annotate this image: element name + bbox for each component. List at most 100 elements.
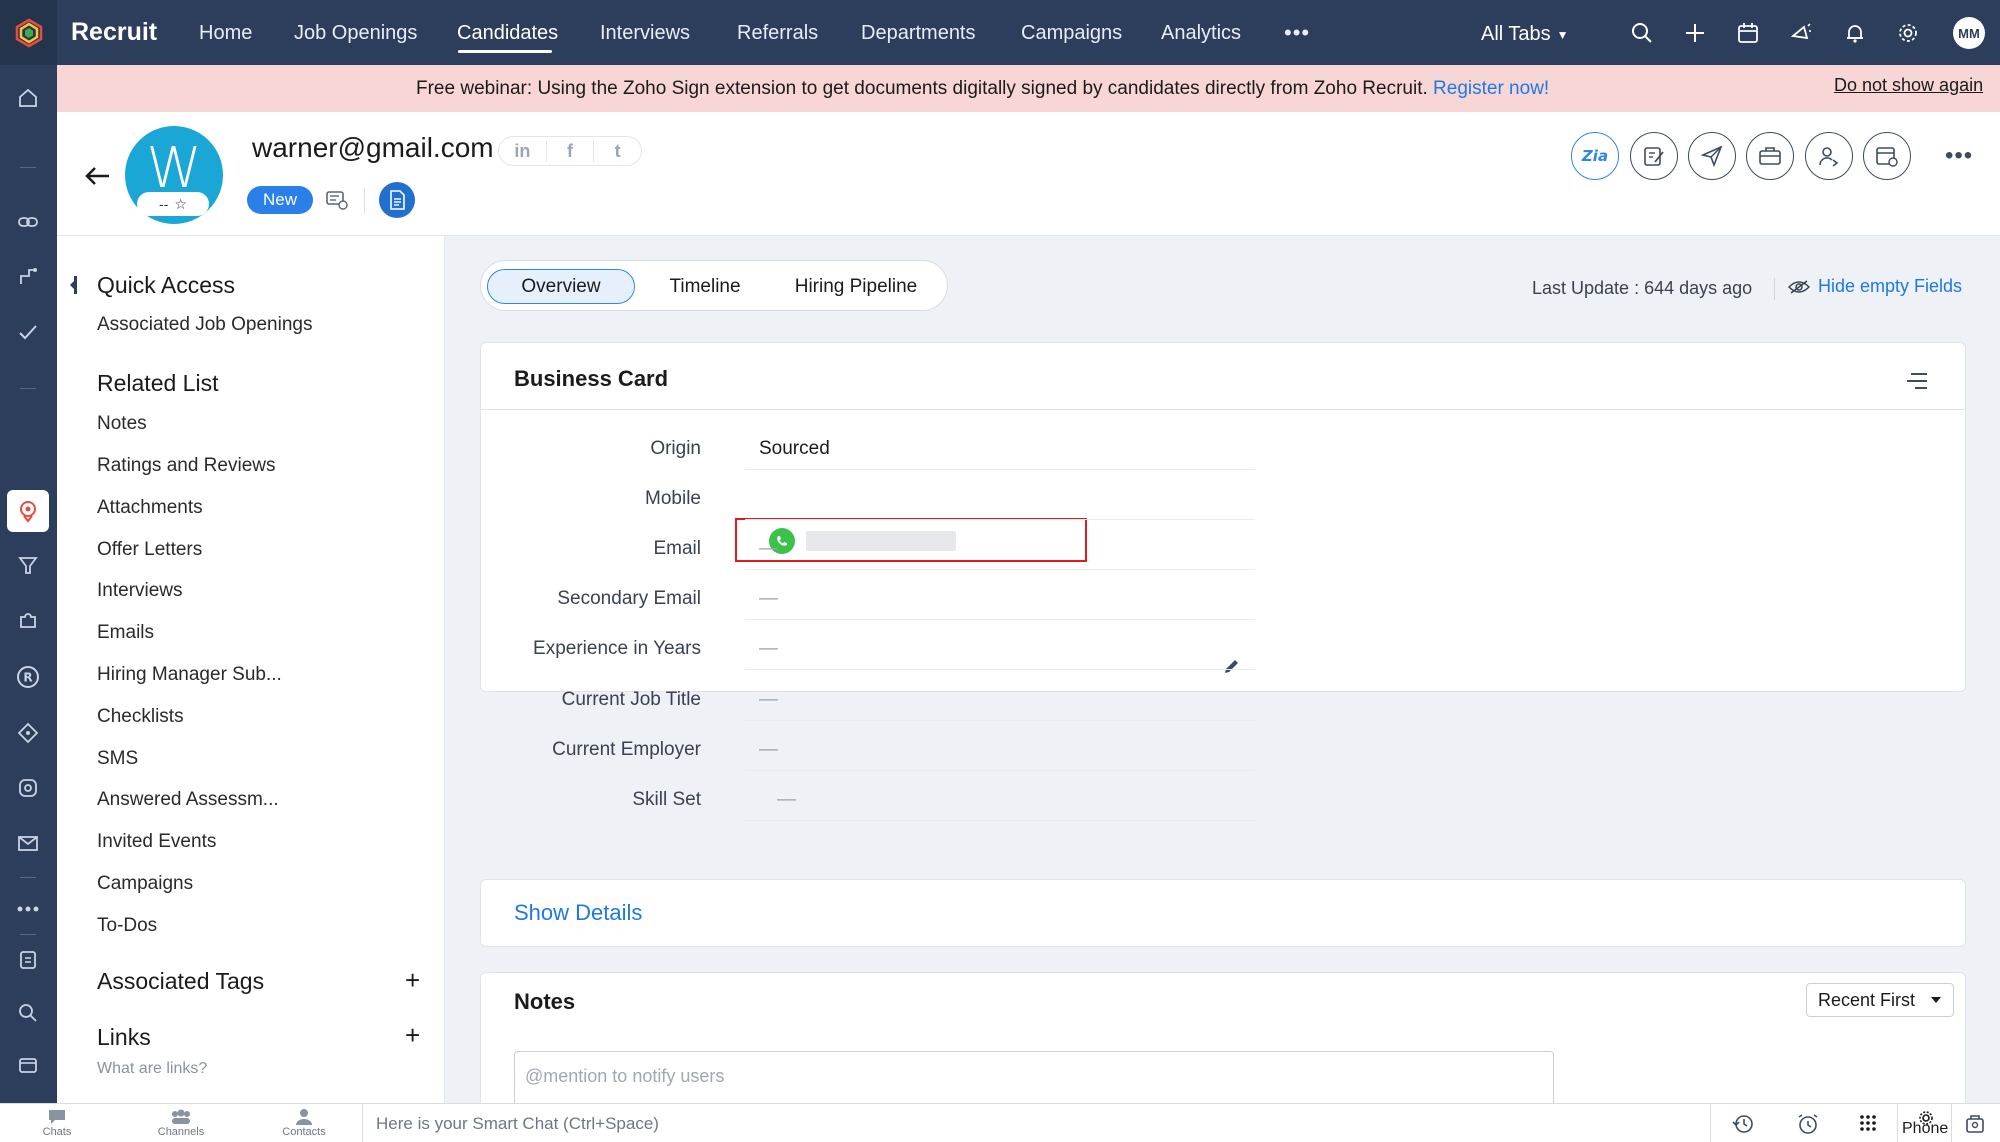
show-details-link[interactable]: Show Details <box>514 900 642 926</box>
user-avatar[interactable]: MM <box>1953 17 1985 49</box>
related-item-checklists[interactable]: Checklists <box>97 706 184 728</box>
resume-document-icon[interactable] <box>379 182 415 218</box>
field-label-current-job-title: Current Job Title <box>561 689 701 710</box>
candidates-module-icon[interactable] <box>7 490 49 532</box>
facebook-icon[interactable]: f <box>547 140 595 162</box>
hide-empty-fields-toggle[interactable]: Hide empty Fields <box>1788 276 1962 297</box>
gear-icon[interactable] <box>1895 20 1921 46</box>
notes-sort-select[interactable]: Recent First <box>1806 983 1954 1017</box>
mail-icon[interactable] <box>13 828 43 858</box>
wallet-icon[interactable] <box>13 1050 43 1080</box>
phone-label[interactable]: Phone <box>1902 1120 1948 1138</box>
calendar-icon[interactable] <box>1735 20 1761 46</box>
related-item-attachments[interactable]: Attachments <box>97 497 203 519</box>
home-icon[interactable] <box>13 83 43 113</box>
tab-overview[interactable]: Overview <box>487 269 635 304</box>
alarm-clock-icon[interactable] <box>1795 1112 1821 1136</box>
banner-message: Free webinar: Using the Zoho Sign extens… <box>416 78 1549 100</box>
nav-candidates[interactable]: Candidates <box>457 22 558 45</box>
field-label-skill-set: Skill Set <box>632 789 701 810</box>
layout-menu-icon[interactable] <box>1905 371 1929 391</box>
more-modules-icon[interactable] <box>13 894 43 924</box>
nav-interviews[interactable]: Interviews <box>600 22 690 45</box>
related-item-offer-letters[interactable]: Offer Letters <box>97 539 202 561</box>
schedule-icon[interactable] <box>1863 132 1911 180</box>
related-item-sms[interactable]: SMS <box>97 748 138 770</box>
contacts-label: Contacts <box>282 1126 326 1138</box>
chats-tab[interactable]: Chats <box>17 1108 97 1138</box>
rating-widget[interactable]: -- ☆ <box>137 192 209 216</box>
search-icon[interactable] <box>1629 20 1655 46</box>
link-icon[interactable] <box>13 207 43 237</box>
field-value-origin: Sourced <box>759 438 830 459</box>
all-tabs-dropdown[interactable]: All Tabs ▼ <box>1481 23 1569 46</box>
assign-user-icon[interactable] <box>1805 132 1853 180</box>
related-item-ratings-reviews[interactable]: Ratings and Reviews <box>97 455 275 477</box>
chevron-down-icon: ▼ <box>1556 27 1569 42</box>
twitter-icon[interactable]: t <box>594 141 641 162</box>
related-item-interviews[interactable]: Interviews <box>97 580 183 602</box>
pencil-icon[interactable] <box>1223 657 1241 675</box>
do-not-show-again-link[interactable]: Do not show again <box>1834 75 1983 96</box>
nav-more-button[interactable]: ••• <box>1284 20 1310 46</box>
add-icon[interactable] <box>1682 20 1708 46</box>
bell-icon[interactable] <box>1842 20 1868 46</box>
announcement-icon[interactable] <box>1788 20 1814 46</box>
app-switcher-logo-icon[interactable] <box>0 0 57 65</box>
support-icon[interactable] <box>1962 1112 1988 1136</box>
tab-timeline[interactable]: Timeline <box>645 269 765 304</box>
briefcase-icon[interactable] <box>1746 132 1794 180</box>
mobile-value-masked[interactable] <box>806 531 956 551</box>
back-arrow-icon[interactable] <box>81 160 113 192</box>
workflow-icon[interactable] <box>13 262 43 292</box>
search-person-icon[interactable] <box>13 998 43 1028</box>
related-item-notes[interactable]: Notes <box>97 413 147 435</box>
edit-note-icon[interactable] <box>1630 132 1678 180</box>
status-badge[interactable]: New <box>247 186 313 214</box>
tag-icon[interactable] <box>13 718 43 748</box>
register-now-link[interactable]: Register now! <box>1433 78 1549 99</box>
registered-icon[interactable]: R <box>13 662 43 692</box>
history-icon[interactable] <box>1730 1112 1756 1136</box>
chat-bubble-icon <box>49 1110 65 1124</box>
add-link-button[interactable]: + <box>405 1020 420 1051</box>
nav-campaigns[interactable]: Campaigns <box>1021 22 1122 45</box>
note-input[interactable]: @mention to notify users <box>514 1051 1554 1111</box>
nav-analytics[interactable]: Analytics <box>1161 22 1241 45</box>
bottom-divider <box>1897 1104 1898 1142</box>
related-item-hiring-manager-submissions[interactable]: Hiring Manager Sub... <box>97 664 282 686</box>
smart-chat-input[interactable]: Here is your Smart Chat (Ctrl+Space) <box>376 1114 659 1134</box>
channels-label: Channels <box>157 1126 205 1138</box>
add-tag-button[interactable]: + <box>405 965 420 996</box>
related-item-campaigns[interactable]: Campaigns <box>97 873 193 895</box>
nav-referrals[interactable]: Referrals <box>737 22 818 45</box>
channels-tab[interactable]: Channels <box>141 1108 221 1138</box>
funnel-icon[interactable] <box>13 550 43 580</box>
contacts-tab[interactable]: Contacts <box>264 1108 344 1138</box>
nav-home[interactable]: Home <box>199 22 252 45</box>
related-item-invited-events[interactable]: Invited Events <box>97 831 216 853</box>
send-icon[interactable] <box>1688 132 1736 180</box>
dialpad-icon[interactable] <box>1855 1112 1881 1136</box>
collapse-arrow-icon[interactable] <box>70 280 75 290</box>
assessment-icon[interactable] <box>13 773 43 803</box>
what-are-links-help[interactable]: What are links? <box>97 1060 207 1078</box>
tab-hiring-pipeline[interactable]: Hiring Pipeline <box>771 269 941 304</box>
field-divider <box>745 720 1255 721</box>
message-history-icon[interactable] <box>322 186 352 214</box>
quick-access-associated-job-openings[interactable]: Associated Job Openings <box>97 314 312 336</box>
nav-job-openings[interactable]: Job Openings <box>294 22 417 45</box>
related-item-todos[interactable]: To-Dos <box>97 915 157 937</box>
field-label-mobile: Mobile <box>645 488 701 509</box>
check-icon[interactable] <box>13 317 43 347</box>
zia-assistant-icon[interactable]: Zia <box>1571 132 1619 180</box>
puzzle-icon[interactable] <box>13 605 43 635</box>
nav-departments[interactable]: Departments <box>861 22 976 45</box>
webinar-banner: Free webinar: Using the Zoho Sign extens… <box>57 65 2000 112</box>
related-item-answered-assessments[interactable]: Answered Assessm... <box>97 789 279 811</box>
links-title: Links <box>97 1024 151 1050</box>
document-icon[interactable] <box>13 945 43 975</box>
linkedin-icon[interactable]: in <box>499 140 547 162</box>
related-item-emails[interactable]: Emails <box>97 622 154 644</box>
more-actions-icon[interactable]: ••• <box>1945 142 1973 170</box>
